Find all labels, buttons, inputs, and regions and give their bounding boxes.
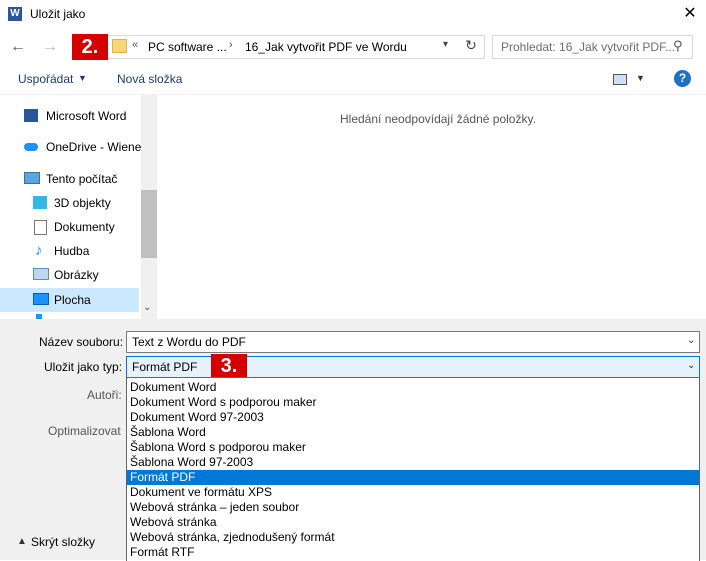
dropdown-option[interactable]: Dokument Word s podporou maker: [127, 395, 699, 410]
nav-item-label: 3D objekty: [54, 196, 111, 210]
search-placeholder: Prohledat: 16_Jak vytvořit PDF...: [501, 40, 676, 54]
chevron-down-icon[interactable]: ⌄: [687, 335, 695, 346]
nav-item-label: Hudba: [54, 244, 90, 258]
hide-folders-button[interactable]: Skrýt složky: [31, 535, 95, 549]
step-marker-2: 2.: [72, 34, 108, 60]
chevron-down-icon[interactable]: ▼: [78, 73, 87, 83]
filetype-value: Formát PDF: [132, 360, 198, 374]
chevron-up-icon[interactable]: ▲: [17, 536, 27, 547]
title-bar: W Uložit jako ✕: [0, 0, 706, 30]
file-list[interactable]: Hledání neodpovídají žádné položky.: [160, 95, 706, 319]
folder-icon: [112, 39, 127, 53]
word-icon: [24, 109, 38, 122]
step-marker-3: 3.: [211, 354, 247, 378]
dropdown-option[interactable]: Dokument Word 97-2003: [127, 410, 699, 425]
close-icon[interactable]: ✕: [680, 3, 700, 25]
chevron-down-icon[interactable]: ▾: [443, 39, 448, 50]
desktop-icon: [33, 293, 49, 305]
chevron-down-icon[interactable]: ▼: [636, 73, 645, 83]
dropdown-option[interactable]: Šablona Word 97-2003: [127, 455, 699, 470]
nav-item-label: Tento počítač: [46, 172, 118, 186]
dropdown-option[interactable]: Dokument Word: [127, 380, 699, 395]
computer-icon: [24, 172, 40, 184]
filename-label: Název souboru:: [39, 335, 124, 349]
document-icon: [34, 220, 47, 235]
refresh-icon[interactable]: ↻: [462, 37, 480, 54]
nav-item-label: OneDrive - Wiene: [46, 140, 142, 154]
music-icon: ♪: [35, 242, 43, 259]
search-input[interactable]: Prohledat: 16_Jak vytvořit PDF... ⚲: [492, 35, 693, 59]
nav-scrollbar-thumb[interactable]: [141, 190, 157, 258]
dropdown-option[interactable]: Webová stránka: [127, 515, 699, 530]
address-bar[interactable]: « PC software ... › 16_Jak vytvořit PDF …: [107, 35, 485, 59]
empty-message: Hledání neodpovídají žádné položky.: [340, 112, 536, 126]
optimize-label: Optimalizovat: [48, 424, 121, 438]
breadcrumb-item[interactable]: 16_Jak vytvořit PDF ve Wordu: [245, 40, 407, 54]
word-app-icon: W: [8, 7, 22, 21]
new-folder-button[interactable]: Nová složka: [117, 72, 182, 86]
help-icon[interactable]: ?: [674, 70, 691, 87]
window-title: Uložit jako: [30, 7, 86, 21]
view-mode-icon[interactable]: [613, 74, 627, 85]
dropdown-option[interactable]: Formát RTF: [127, 545, 699, 560]
nav-item-label: Plocha: [54, 293, 91, 307]
toolbar: Uspořádat ▼ Nová složka ▼ ?: [0, 64, 706, 95]
dropdown-option[interactable]: Šablona Word s podporou maker: [127, 440, 699, 455]
picture-icon: [33, 268, 49, 280]
dropdown-option[interactable]: Šablona Word: [127, 425, 699, 440]
breadcrumb-item[interactable]: PC software ...: [148, 40, 227, 54]
filename-value: Text z Wordu do PDF: [132, 335, 246, 349]
back-arrow-icon[interactable]: ←: [8, 37, 28, 57]
authors-label: Autoři:: [87, 388, 122, 402]
nav-item-label: Obrázky: [54, 268, 99, 282]
chevron-down-icon[interactable]: ⌄: [687, 360, 695, 371]
filename-field[interactable]: Text z Wordu do PDF ⌄: [126, 331, 700, 353]
filetype-label: Uložit jako typ:: [44, 360, 123, 374]
dropdown-option[interactable]: Webová stránka, zjednodušený formát: [127, 530, 699, 545]
nav-item-label: Microsoft Word: [46, 109, 127, 123]
chevron-down-icon[interactable]: ⌄: [143, 302, 151, 313]
search-icon: ⚲: [673, 38, 683, 53]
network-icon: [36, 314, 42, 319]
dropdown-option[interactable]: Dokument ve formátu XPS: [127, 485, 699, 500]
nav-item-label: Dokumenty: [54, 220, 115, 234]
dropdown-option[interactable]: Webová stránka – jeden soubor: [127, 500, 699, 515]
forward-arrow-icon[interactable]: →: [40, 37, 60, 57]
address-overflow-chevron[interactable]: «: [132, 39, 138, 51]
breadcrumb-separator-icon[interactable]: ›: [229, 39, 233, 51]
dropdown-option-selected[interactable]: Formát PDF: [127, 470, 699, 485]
cloud-icon: [24, 143, 38, 151]
cube-icon: [33, 196, 47, 209]
filetype-dropdown-list[interactable]: Dokument Word Dokument Word s podporou m…: [126, 377, 700, 561]
organize-button[interactable]: Uspořádat: [18, 72, 73, 86]
navigation-pane: Microsoft Word OneDrive - Wiene Tento po…: [0, 95, 157, 319]
